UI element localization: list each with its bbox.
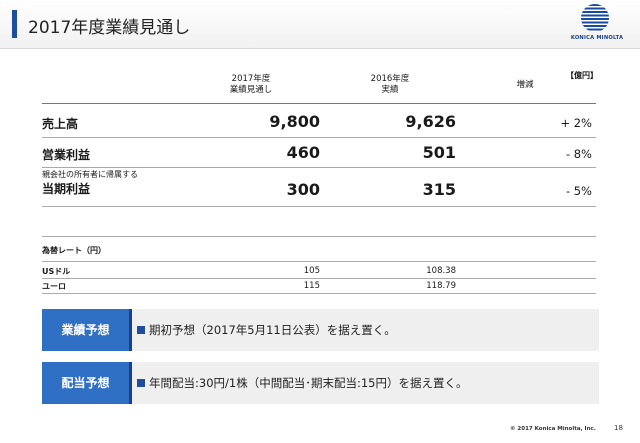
- col-header-line2: 業績見通し: [229, 85, 273, 95]
- sales-actual: 9,626: [405, 112, 456, 131]
- fx-title: 為替レート（円）: [42, 246, 106, 255]
- row-rule: [42, 167, 596, 168]
- slide-header: 2017年度業績見通し KONICA MINOLTA: [0, 0, 640, 49]
- logo-text: KONICA MINOLTA: [570, 35, 624, 41]
- net-profit-change: - 5%: [565, 184, 592, 198]
- fx-top-rule: [42, 236, 596, 237]
- note-text-earnings: 期初予想（2017年5月11日公表）を据え置く。: [137, 309, 396, 351]
- bullet-square-icon: [137, 326, 145, 334]
- page-number: 18: [614, 424, 623, 432]
- row-rule: [42, 137, 596, 138]
- fx-usd-forecast: 105: [303, 266, 320, 276]
- fx-rule: [42, 261, 596, 262]
- header-rule: [42, 103, 596, 104]
- note-tab-earnings: 業績予想: [42, 309, 129, 351]
- note-tab-dividend: 配当予想: [42, 362, 129, 404]
- operating-profit-forecast: 460: [286, 143, 320, 162]
- title-accent-bar: [12, 10, 17, 38]
- konica-minolta-logo: KONICA MINOLTA: [562, 4, 632, 44]
- note-band-dividend: 配当予想 年間配当:30円/1株（中間配当･期末配当:15円）を据え置く。: [42, 362, 599, 404]
- operating-profit-change: - 8%: [565, 147, 592, 161]
- bullet-square-icon: [137, 379, 145, 387]
- fx-label-usd: USドル: [42, 267, 71, 276]
- col-header-forecast: 2017年度 業績見通し: [196, 74, 306, 96]
- note-text: 期初予想（2017年5月11日公表）を据え置く。: [149, 323, 396, 337]
- fx-eur-actual: 118.79: [426, 281, 456, 291]
- note-text-dividend: 年間配当:30円/1株（中間配当･期末配当:15円）を据え置く。: [137, 362, 467, 404]
- col-header-actual: 2016年度 実績: [335, 74, 445, 96]
- row-rule: [42, 206, 596, 207]
- net-profit-actual: 315: [422, 180, 456, 199]
- fx-label-eur: ユーロ: [42, 282, 66, 291]
- note-tab-stripe: [129, 309, 132, 351]
- slide-title: 2017年度業績見通し: [28, 18, 191, 38]
- row-label-net-profit: 当期利益: [42, 182, 91, 196]
- fx-eur-forecast: 115: [303, 281, 320, 291]
- fx-rule: [42, 278, 596, 279]
- fx-usd-actual: 108.38: [426, 266, 456, 276]
- col-header-line2: 実績: [381, 85, 399, 95]
- note-tab-stripe: [129, 362, 132, 404]
- note-text: 年間配当:30円/1株（中間配当･期末配当:15円）を据え置く。: [149, 376, 468, 390]
- globe-logo-icon: [581, 4, 609, 32]
- row-label-operating-profit: 営業利益: [42, 148, 91, 162]
- net-profit-forecast: 300: [286, 180, 320, 199]
- col-header-change: 増減: [516, 80, 534, 90]
- fx-bottom-rule: [42, 293, 596, 294]
- sales-change: + 2%: [560, 116, 592, 130]
- copyright: © 2017 Konica Minolta, Inc.: [510, 426, 596, 432]
- row-prefix-attributable: 親会社の所有者に帰属する: [42, 170, 138, 179]
- operating-profit-actual: 501: [422, 143, 456, 162]
- note-band-earnings: 業績予想 期初予想（2017年5月11日公表）を据え置く。: [42, 309, 599, 351]
- col-header-line1: 2016年度: [370, 74, 410, 84]
- col-header-line1: 2017年度: [231, 74, 271, 84]
- sales-forecast: 9,800: [269, 112, 320, 131]
- row-label-sales: 売上高: [42, 117, 79, 131]
